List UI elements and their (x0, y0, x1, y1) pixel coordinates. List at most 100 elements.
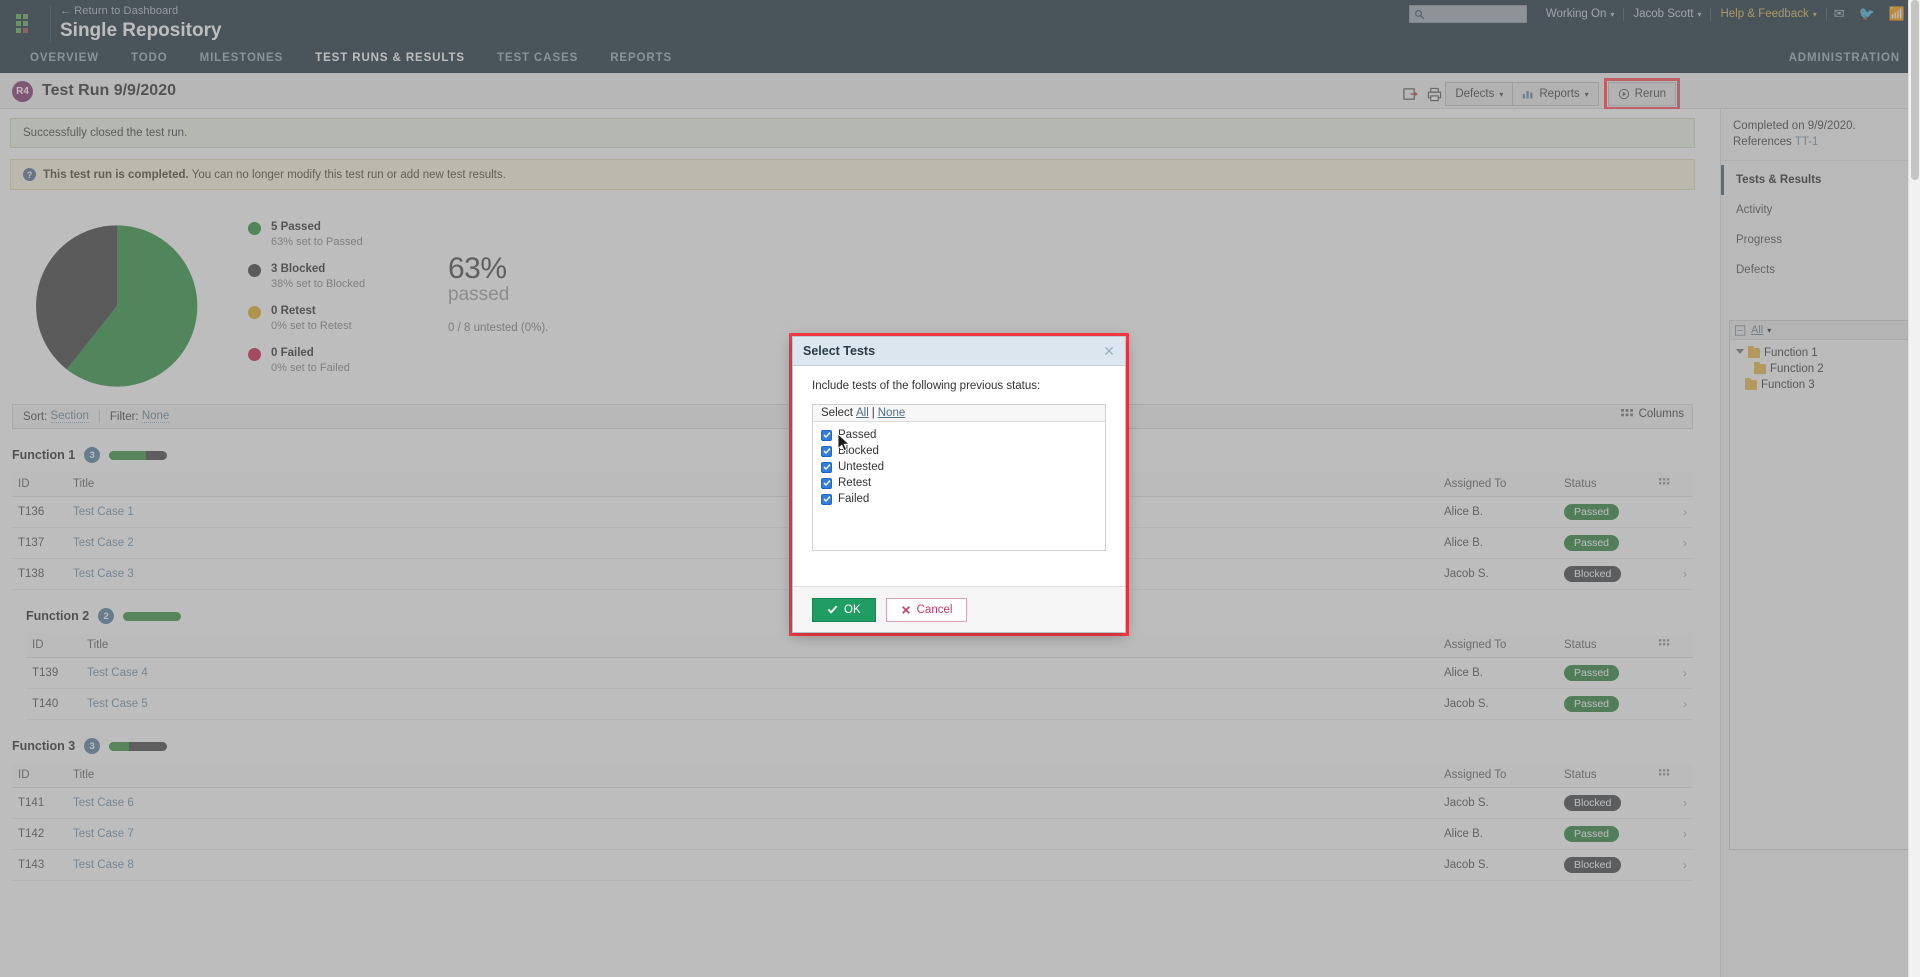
nav-tab-test-cases[interactable]: TEST CASES (481, 48, 594, 68)
chevron-right-icon[interactable]: › (1683, 505, 1687, 519)
help-feedback-menu[interactable]: Help & Feedback ▾ (1711, 0, 1825, 28)
search-box[interactable] (1408, 5, 1527, 23)
app-logo-icon[interactable] (16, 14, 38, 36)
col-header-grip[interactable] (1653, 633, 1693, 658)
cell-title-link[interactable]: Test Case 4 (87, 667, 148, 679)
checkbox-icon[interactable] (821, 477, 832, 489)
return-to-dashboard-link[interactable]: ← Return to Dashboard (60, 5, 178, 17)
sidebar-item-tests-results[interactable]: Tests & Results (1721, 165, 1920, 195)
nav-tab-test-runs-results[interactable]: TEST RUNS & RESULTS (299, 48, 481, 68)
table-row[interactable]: T141 Test Case 6 Jacob S. Blocked › (12, 787, 1693, 819)
col-header-grip[interactable] (1653, 763, 1693, 788)
col-header-title[interactable]: Title (67, 472, 1438, 497)
select-all-link[interactable]: All (856, 407, 869, 419)
checkbox-icon[interactable] (821, 493, 832, 505)
tree-node-function-3[interactable]: Function 3 (1734, 377, 1907, 393)
sidebar-item-activity[interactable]: Activity (1721, 195, 1920, 225)
search-input[interactable] (1424, 8, 1515, 20)
reports-dropdown[interactable]: Reports ▾ (1512, 82, 1599, 106)
status-option-passed[interactable]: Passed (821, 427, 1097, 443)
scrollbar-thumb[interactable] (1911, 0, 1919, 180)
app-root: ← Return to Dashboard Single Repository … (0, 0, 1920, 977)
user-menu[interactable]: Jacob Scott ▾ (1624, 0, 1710, 28)
chevron-right-icon[interactable]: › (1683, 536, 1687, 550)
ok-button[interactable]: OK (812, 597, 876, 622)
cell-title-link[interactable]: Test Case 1 (73, 506, 134, 518)
table-row[interactable]: T139 Test Case 4 Alice B. Passed › (26, 657, 1693, 689)
sidebar-item-progress[interactable]: Progress (1721, 225, 1920, 255)
nav-tab-overview[interactable]: OVERVIEW (14, 48, 115, 68)
cell-title-link[interactable]: Test Case 2 (73, 537, 134, 549)
status-option-untested[interactable]: Untested (821, 459, 1097, 475)
col-header-id[interactable]: ID (12, 763, 67, 788)
table-row[interactable]: T143 Test Case 8 Jacob S. Blocked › (12, 849, 1693, 881)
legend-item-passed: 5 Passed 63% set to Passed (248, 220, 365, 249)
section-count-badge: 2 (98, 608, 115, 624)
col-header-status[interactable]: Status (1558, 472, 1653, 497)
expand-triangle-icon[interactable] (1736, 349, 1744, 357)
cell-title-link[interactable]: Test Case 6 (73, 797, 134, 809)
brand-divider (50, 6, 51, 42)
twitter-icon[interactable]: 🐦 (1852, 0, 1882, 28)
tree-node-label: Function 2 (1770, 363, 1824, 375)
close-icon[interactable]: ✕ (1103, 344, 1115, 358)
sort-label: Sort: (23, 410, 48, 423)
col-header-id[interactable]: ID (26, 633, 81, 658)
chevron-right-icon[interactable]: › (1683, 697, 1687, 711)
col-header-title[interactable]: Title (67, 763, 1438, 788)
working-on-menu[interactable]: Working On ▾ (1537, 0, 1624, 28)
col-header-title[interactable]: Title (81, 633, 1438, 658)
section-header[interactable]: Function 3 3 (12, 738, 1693, 754)
chevron-right-icon[interactable]: › (1683, 827, 1687, 841)
mail-icon[interactable]: ✉ (1827, 0, 1852, 28)
tree-filter-label[interactable]: All (1751, 324, 1763, 336)
col-header-grip[interactable] (1653, 472, 1693, 497)
print-icon[interactable] (1422, 82, 1446, 106)
nav-link-administration[interactable]: ADMINISTRATION (1785, 48, 1904, 68)
col-header-assigned[interactable]: Assigned To (1438, 633, 1558, 658)
tree-node-function-2[interactable]: Function 2 (1734, 361, 1907, 377)
status-option-blocked[interactable]: Blocked (821, 443, 1097, 459)
col-header-status[interactable]: Status (1558, 763, 1653, 788)
cell-title-link[interactable]: Test Case 3 (73, 568, 134, 580)
filter-value-link[interactable]: None (141, 410, 170, 423)
select-none-link[interactable]: None (878, 407, 906, 419)
nav-tab-todo[interactable]: TODO (115, 48, 184, 68)
export-icon[interactable] (1398, 82, 1422, 106)
section-progress-bar (123, 611, 182, 621)
status-option-retest[interactable]: Retest (821, 475, 1097, 491)
cancel-button[interactable]: Cancel (885, 597, 968, 622)
cell-id: T142 (12, 818, 67, 850)
status-option-failed[interactable]: Failed (821, 491, 1097, 507)
sort-value-link[interactable]: Section (50, 410, 89, 423)
col-header-assigned[interactable]: Assigned To (1438, 472, 1558, 497)
cell-title-link[interactable]: Test Case 7 (73, 828, 134, 840)
checkbox-icon[interactable] (821, 429, 832, 441)
tree-filter-bar[interactable]: All ▾ (1730, 321, 1911, 340)
chevron-right-icon[interactable]: › (1683, 666, 1687, 680)
sidebar-item-defects[interactable]: Defects (1721, 255, 1920, 285)
table-row[interactable]: T142 Test Case 7 Alice B. Passed › (12, 818, 1693, 850)
rerun-button[interactable]: Rerun (1607, 82, 1676, 106)
reports-label: Reports (1539, 88, 1580, 100)
checkbox-icon[interactable] (821, 445, 832, 457)
col-header-assigned[interactable]: Assigned To (1438, 763, 1558, 788)
tests-table: ID Title Assigned To Status T141 Test Case 6 J… (12, 763, 1693, 881)
primary-nav: OVERVIEW TODO MILESTONES TEST RUNS & RES… (14, 48, 688, 68)
chevron-right-icon[interactable]: › (1683, 858, 1687, 872)
page-scrollbar[interactable] (1908, 0, 1920, 977)
col-header-id[interactable]: ID (12, 472, 67, 497)
nav-tab-milestones[interactable]: MILESTONES (184, 48, 300, 68)
tree-node-function-1[interactable]: Function 1 (1734, 345, 1907, 361)
cell-title-link[interactable]: Test Case 5 (87, 698, 148, 710)
chevron-right-icon[interactable]: › (1683, 796, 1687, 810)
references-link[interactable]: TT-1 (1795, 136, 1819, 148)
chevron-right-icon[interactable]: › (1683, 567, 1687, 581)
defects-dropdown[interactable]: Defects ▾ (1445, 82, 1514, 106)
col-header-status[interactable]: Status (1558, 633, 1653, 658)
nav-tab-reports[interactable]: REPORTS (594, 48, 688, 68)
checkbox-icon[interactable] (821, 461, 832, 473)
cell-title-link[interactable]: Test Case 8 (73, 859, 134, 871)
columns-button[interactable]: Columns (1620, 408, 1684, 420)
table-row[interactable]: T140 Test Case 5 Jacob S. Passed › (26, 688, 1693, 720)
